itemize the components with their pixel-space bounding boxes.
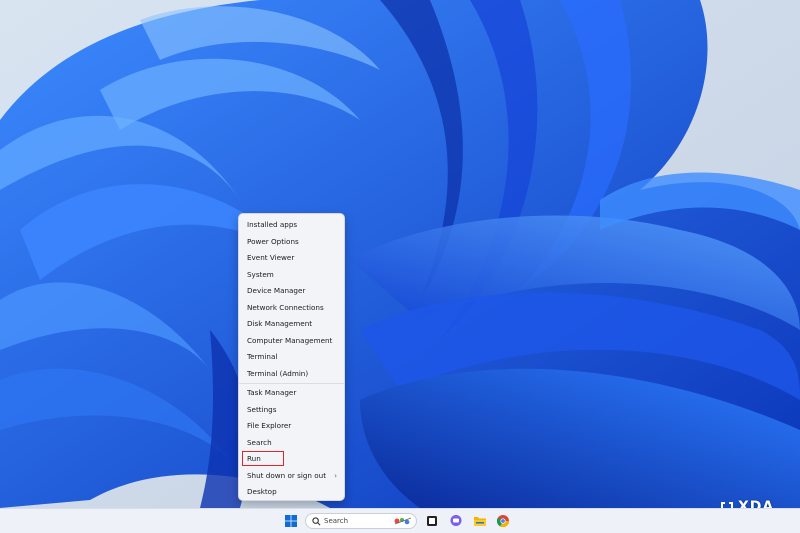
- menu-item-run[interactable]: Run: [239, 451, 344, 468]
- search-highlight-icon: [394, 517, 412, 525]
- desktop: Installed apps Power Options Event Viewe…: [0, 0, 800, 533]
- menu-item-settings[interactable]: Settings: [239, 402, 344, 419]
- taskbar-search-box[interactable]: Search: [305, 513, 417, 529]
- task-view-icon[interactable]: [425, 514, 439, 528]
- wallpaper-bloom: [0, 0, 800, 533]
- menu-item-search[interactable]: Search: [239, 435, 344, 452]
- power-user-menu: Installed apps Power Options Event Viewe…: [238, 213, 345, 501]
- menu-item-disk-management[interactable]: Disk Management: [239, 316, 344, 333]
- menu-item-computer-management[interactable]: Computer Management: [239, 333, 344, 350]
- file-explorer-icon[interactable]: [473, 514, 487, 528]
- chrome-icon[interactable]: [496, 514, 510, 528]
- menu-item-network-connections[interactable]: Network Connections: [239, 300, 344, 317]
- menu-item-desktop[interactable]: Desktop: [239, 484, 344, 501]
- menu-item-power-options[interactable]: Power Options: [239, 234, 344, 251]
- menu-item-device-manager[interactable]: Device Manager: [239, 283, 344, 300]
- chevron-right-icon: ›: [334, 471, 337, 480]
- search-icon: [312, 517, 321, 526]
- menu-item-event-viewer[interactable]: Event Viewer: [239, 250, 344, 267]
- menu-item-installed-apps[interactable]: Installed apps: [239, 217, 344, 234]
- menu-separator: [239, 383, 344, 384]
- windows-start-icon[interactable]: [284, 514, 298, 528]
- menu-item-label: Shut down or sign out: [247, 470, 327, 480]
- menu-item-file-explorer[interactable]: File Explorer: [239, 418, 344, 435]
- menu-item-terminal-admin[interactable]: Terminal (Admin): [239, 366, 344, 383]
- chat-icon[interactable]: [449, 514, 463, 528]
- search-placeholder: Search: [324, 517, 349, 525]
- taskbar: Search: [0, 508, 800, 533]
- menu-item-terminal[interactable]: Terminal: [239, 349, 344, 366]
- menu-item-system[interactable]: System: [239, 267, 344, 284]
- menu-item-task-manager[interactable]: Task Manager: [239, 385, 344, 402]
- menu-item-shut-down-or-sign-out[interactable]: Shut down or sign out ›: [239, 468, 344, 485]
